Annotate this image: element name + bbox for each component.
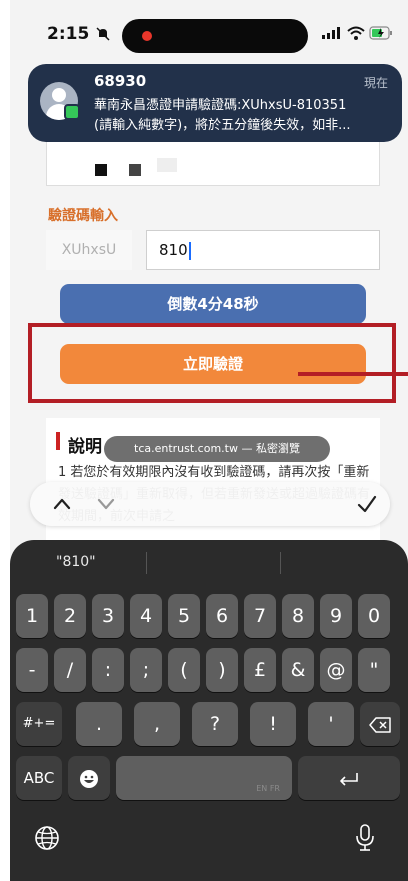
key-3[interactable]: 3: [92, 594, 124, 638]
avatar-head: [52, 88, 66, 102]
key-1[interactable]: 1: [16, 594, 48, 638]
signal-icon: [322, 27, 340, 39]
wifi-icon: [347, 26, 365, 40]
chevron-up-icon[interactable]: [52, 495, 72, 513]
return-key[interactable]: [298, 756, 400, 800]
key-hyphen[interactable]: -: [16, 648, 48, 692]
return-icon: [340, 772, 358, 786]
emoji-icon: [80, 769, 98, 788]
key-comma[interactable]: ,: [134, 702, 180, 746]
delete-key[interactable]: [360, 702, 400, 746]
status-bar: 2:15: [10, 0, 408, 64]
sms-notification[interactable]: 68930 現在 華南永昌憑證申請驗證碼:XUhxsU-810351 (請輸入純…: [28, 64, 402, 142]
notification-time: 現在: [363, 76, 388, 90]
emoji-key[interactable]: [68, 756, 110, 800]
key-quote[interactable]: ": [358, 648, 390, 692]
redaction-mark: [95, 164, 107, 176]
key-at[interactable]: @: [320, 648, 352, 692]
key-slash[interactable]: /: [54, 648, 86, 692]
page-margin: [0, 0, 10, 881]
key-semicolon[interactable]: ;: [130, 648, 162, 692]
battery-icon: [369, 26, 392, 40]
backspace-icon: [369, 716, 391, 733]
redaction-mark: [129, 164, 141, 176]
key-question[interactable]: ?: [192, 702, 238, 746]
bell-muted-icon: [96, 27, 110, 41]
chevron-down-icon[interactable]: [96, 495, 116, 513]
key-0[interactable]: 0: [358, 594, 390, 638]
key-9[interactable]: 9: [320, 594, 352, 638]
suggestion-divider: [146, 552, 147, 574]
key-2[interactable]: 2: [54, 594, 86, 638]
code-input-value: 810: [159, 241, 188, 259]
text-caret: [188, 241, 191, 260]
key-open-paren[interactable]: (: [168, 648, 200, 692]
key-4[interactable]: 4: [130, 594, 162, 638]
recording-dot-icon: [142, 31, 152, 41]
notification-sender: 68930: [94, 72, 147, 90]
microphone-icon[interactable]: [354, 823, 376, 853]
key-period[interactable]: .: [76, 702, 122, 746]
suggestion-bar: "810": [10, 540, 408, 586]
key-colon[interactable]: :: [92, 648, 124, 692]
key-7[interactable]: 7: [244, 594, 276, 638]
redaction-mark: [157, 158, 177, 172]
notification-body-line2: (請輸入純數字)，將於五分鐘後失效，如非...: [94, 118, 351, 133]
countdown-button[interactable]: 倒數4分48秒: [60, 284, 366, 324]
form-nav-bar: [30, 482, 390, 526]
key-exclamation[interactable]: !: [250, 702, 296, 746]
key-close-paren[interactable]: ): [206, 648, 238, 692]
key-5[interactable]: 5: [168, 594, 200, 638]
verify-button[interactable]: 立即驗證: [60, 344, 366, 384]
dynamic-island: [122, 19, 308, 53]
explanation-accent-bar: [56, 432, 60, 450]
suggestion-divider: [280, 552, 281, 574]
messages-app-icon: [64, 104, 80, 120]
status-time: 2:15: [47, 24, 90, 44]
suggestion-item[interactable]: "810": [56, 554, 96, 570]
annotation-arrow: [298, 372, 408, 376]
key-ampersand[interactable]: &: [282, 648, 314, 692]
globe-icon[interactable]: [34, 825, 60, 851]
checkmark-icon[interactable]: [356, 494, 378, 514]
code-section-label: 驗證碼輸入: [48, 208, 118, 224]
key-pound[interactable]: £: [244, 648, 276, 692]
key-apostrophe[interactable]: ': [308, 702, 354, 746]
notification-body-line1: 華南永昌憑證申請驗證碼:XUhxsU-810351: [94, 98, 347, 113]
url-pill[interactable]: tca.entrust.com.tw — 私密瀏覽: [104, 436, 330, 462]
explanation-title: 說明: [68, 437, 102, 457]
key-abc[interactable]: ABC: [16, 756, 62, 800]
captcha-prefix: XUhxsU: [46, 230, 132, 270]
key-8[interactable]: 8: [282, 594, 314, 638]
numeric-keyboard: "810" 1 2 3 4 5 6 7 8 9 0 - / : ; ( ) £ …: [10, 540, 408, 881]
space-key-languages: EN FR: [256, 784, 280, 793]
key-symbols[interactable]: #+=: [16, 702, 62, 746]
key-6[interactable]: 6: [206, 594, 238, 638]
space-key[interactable]: EN FR: [116, 756, 292, 800]
code-input[interactable]: 810: [146, 230, 380, 270]
